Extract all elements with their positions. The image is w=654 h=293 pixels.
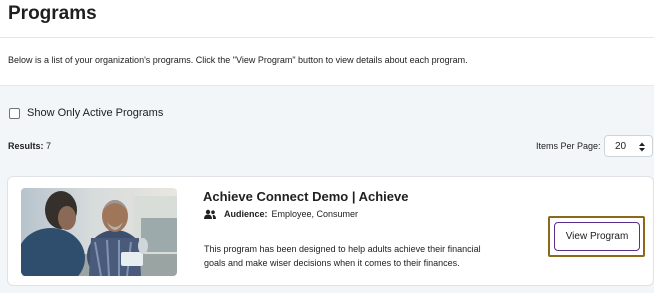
results-value: 7 [46, 141, 52, 151]
items-per-page-label: Items Per Page: [536, 141, 601, 151]
intro-text: Below is a list of your organization's p… [8, 55, 468, 65]
program-description: This program has been designed to help a… [204, 244, 481, 268]
program-title: Achieve Connect Demo | Achieve [203, 189, 409, 204]
items-per-page-value: 20 [615, 141, 627, 152]
audience-label: Audience: [224, 209, 268, 219]
program-audience: Audience: Employee, Consumer [204, 209, 358, 219]
active-programs-filter[interactable]: Show Only Active Programs [9, 107, 163, 119]
people-icon [204, 209, 216, 219]
intro-section: Below is a list of your organization's p… [0, 38, 654, 86]
audience-value: Employee, Consumer [271, 209, 359, 219]
results-label: Results: [8, 141, 44, 151]
view-program-button[interactable]: View Program [554, 222, 640, 251]
active-programs-checkbox[interactable] [9, 107, 20, 119]
page-title: Programs [8, 3, 97, 24]
program-image [21, 188, 177, 276]
photo-two-people-meeting-icon [21, 188, 177, 276]
up-down-caret-icon [639, 142, 645, 152]
active-programs-label: Show Only Active Programs [27, 107, 164, 119]
results-count: Results: 7 [8, 141, 51, 151]
items-per-page-select[interactable]: 20 [604, 135, 653, 157]
page-header: Programs [0, 0, 654, 38]
